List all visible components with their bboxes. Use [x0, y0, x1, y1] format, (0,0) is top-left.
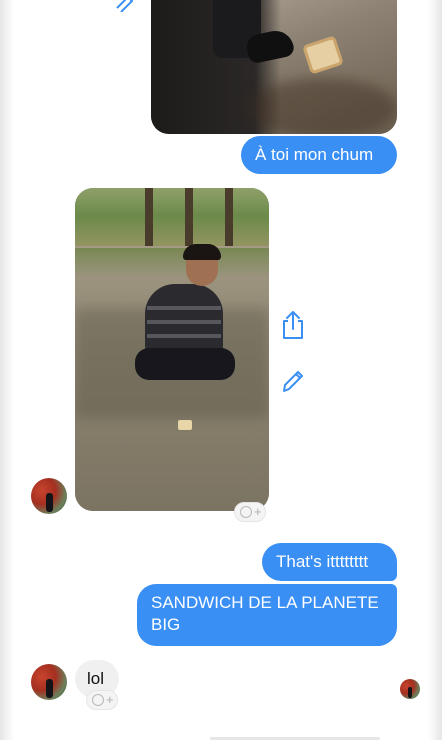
- photo-sweater-stripe: [147, 306, 221, 310]
- add-reaction-button[interactable]: +: [86, 690, 118, 710]
- right-edge-shade: [428, 0, 442, 740]
- message-text: À toi mon chum: [255, 145, 374, 164]
- plus-icon: +: [106, 692, 114, 707]
- plus-icon: +: [254, 504, 262, 519]
- photo-grass: [75, 248, 269, 278]
- message-text: SANDWICH DE LA PLANETE BIG: [151, 593, 379, 634]
- sent-message-bubble[interactable]: À toi mon chum: [241, 136, 397, 174]
- contact-avatar[interactable]: [31, 664, 67, 700]
- photo-tree-trunk: [185, 188, 193, 248]
- left-edge-shade: [0, 0, 14, 740]
- add-reaction-button[interactable]: +: [234, 502, 266, 522]
- share-icon[interactable]: [279, 310, 307, 340]
- photo-person-legs: [135, 348, 235, 380]
- photo-message-sandwich-closeup[interactable]: [151, 0, 397, 134]
- read-receipt-avatar: [400, 679, 420, 699]
- photo-bread-slice: [178, 420, 192, 430]
- contact-avatar[interactable]: [31, 478, 67, 514]
- pencil-icon[interactable]: [279, 366, 307, 396]
- pencil-icon[interactable]: [114, 0, 136, 12]
- message-text: That's itttttttt: [276, 552, 369, 571]
- photo-tree-trunk: [145, 188, 153, 248]
- smiley-icon: [240, 506, 252, 518]
- photo-person-hair: [183, 244, 221, 260]
- photo-cast-shadow: [247, 78, 397, 134]
- smiley-icon: [92, 694, 104, 706]
- photo-sweater-stripe: [147, 320, 221, 324]
- photo-message-man-with-sandwich[interactable]: [75, 188, 269, 511]
- sent-message-bubble[interactable]: That's itttttttt: [262, 543, 397, 581]
- message-text: lol: [87, 669, 105, 688]
- photo-tree-trunk: [225, 188, 233, 248]
- sent-message-bubble[interactable]: SANDWICH DE LA PLANETE BIG: [137, 584, 397, 646]
- photo-sweater-stripe: [147, 334, 221, 338]
